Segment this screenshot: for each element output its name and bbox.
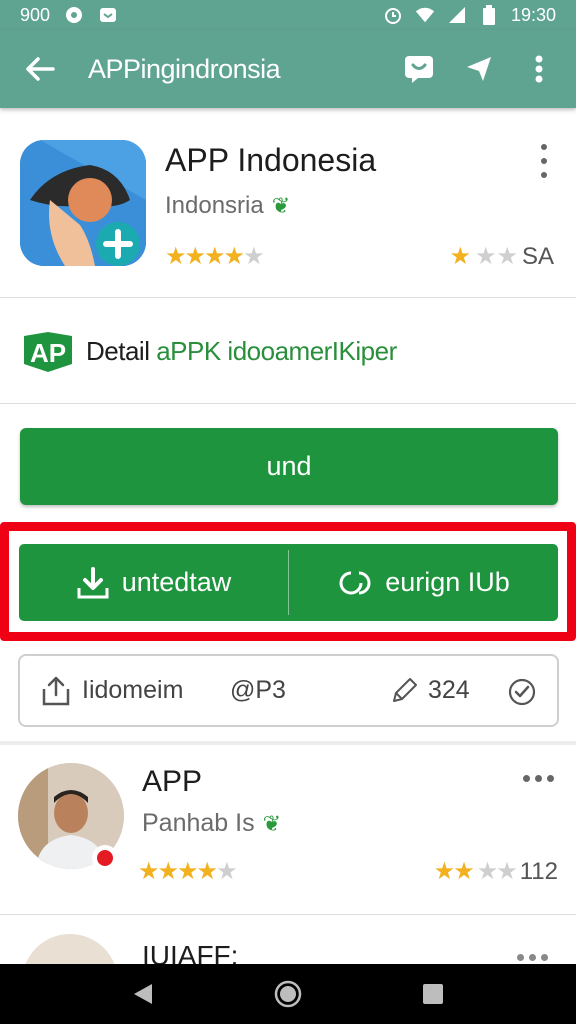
online-dot-icon (92, 845, 118, 871)
notification-icon (64, 5, 84, 25)
review-count: 112 (519, 857, 558, 885)
app-name: APP Indonesia (165, 142, 377, 178)
arrow-back-icon[interactable] (20, 49, 60, 89)
secondary-action-label: eurign IUb (385, 567, 510, 597)
mid-action[interactable]: @P3 (230, 676, 390, 705)
secondary-action-button[interactable]: eurign IUb (289, 544, 558, 621)
star-icon: ★★ (474, 243, 518, 270)
primary-button-label: und (266, 451, 312, 481)
primary-button[interactable]: und (20, 428, 558, 505)
share-button[interactable]: Iidomeim (40, 675, 230, 707)
split-button: untedtaw eurign IUb (19, 544, 558, 621)
detail-label: Detail aPPK idooamerIKiper (86, 336, 397, 367)
signal-icon (447, 5, 467, 25)
download-icon (77, 566, 109, 598)
battery-icon (479, 5, 499, 25)
nav-home-icon[interactable] (268, 974, 308, 1014)
wifi-icon (415, 5, 435, 25)
edit-count[interactable]: 324 (390, 676, 500, 705)
reviewer-name: APP (142, 765, 203, 798)
review-rating-summary: ★★ ★★ 112 (434, 857, 558, 886)
review-card[interactable]: APP Panhab Is ❦ ★★★★★ ★★ ★★ 112 (0, 745, 576, 915)
message-icon (98, 5, 118, 25)
detail-row[interactable]: AP Detail aPPK idooamerIKiper (0, 300, 576, 404)
app-icon[interactable] (20, 140, 146, 266)
developer-name[interactable]: Indonsria ❦ (165, 192, 290, 220)
detail-label-dark: Detail (86, 336, 150, 366)
download-button-label: untedtaw (121, 567, 232, 597)
share-label: Iidomeim (82, 676, 184, 704)
verified-leaf-icon: ❦ (262, 810, 282, 836)
app-header: APP Indonesia Indonsria ❦ ★★★★★ ★ ★★ SA (0, 118, 576, 298)
status-left-text: 900 (20, 4, 51, 25)
review-more-icon[interactable] (517, 954, 548, 961)
verified-badge-icon (508, 678, 536, 705)
reviewer-name: IUIAFF: (142, 940, 239, 964)
ap-logo-text: AP (30, 338, 66, 368)
download-button[interactable]: untedtaw (19, 544, 288, 621)
ap-logo-icon: AP (24, 331, 72, 372)
pen-icon (393, 677, 417, 702)
app-more-icon[interactable] (534, 144, 554, 178)
chat-icon[interactable] (402, 52, 436, 86)
verified-leaf-icon: ❦ (271, 193, 291, 218)
verified-badge-button[interactable] (507, 676, 537, 706)
share-icon (42, 676, 70, 705)
star-icon: ★ (449, 243, 471, 270)
status-bar: 900 19:30 (0, 0, 576, 30)
send-icon[interactable] (462, 52, 496, 86)
star-icon: ★★ (476, 858, 518, 885)
nav-back-icon[interactable] (123, 974, 163, 1014)
reviewer-subtitle-label: Panhab Is (142, 809, 255, 837)
more-vert-icon[interactable] (522, 52, 556, 86)
app-bar: APPingindronsia (0, 30, 576, 108)
mid-action-label: @P3 (230, 676, 286, 704)
system-nav-bar (0, 964, 576, 1024)
rating-summary: ★ ★★ SA (449, 242, 554, 271)
reviewer-avatar[interactable] (22, 934, 118, 964)
edit-count-label: 324 (428, 676, 470, 704)
review-more-icon[interactable] (523, 775, 554, 782)
status-time: 19:30 (510, 4, 556, 25)
nav-recents-icon[interactable] (413, 974, 453, 1014)
link-icon (339, 571, 371, 595)
action-strip: Iidomeim @P3 324 (18, 654, 559, 727)
app-rating-stars: ★★★★★ (165, 243, 265, 270)
app-bar-title: APPingindronsia (88, 53, 281, 84)
reviewer-rating-stars: ★★★★★ (138, 858, 238, 885)
review-card[interactable]: IUIAFF: (0, 916, 576, 964)
rating-summary-label: SA (521, 242, 554, 270)
alarm-icon (383, 5, 403, 25)
developer-label: Indonsria (165, 192, 264, 219)
reviewer-subtitle: Panhab Is ❦ (142, 809, 281, 838)
star-icon: ★★ (433, 858, 475, 885)
detail-label-green: aPPK idooamerIKiper (149, 336, 397, 366)
